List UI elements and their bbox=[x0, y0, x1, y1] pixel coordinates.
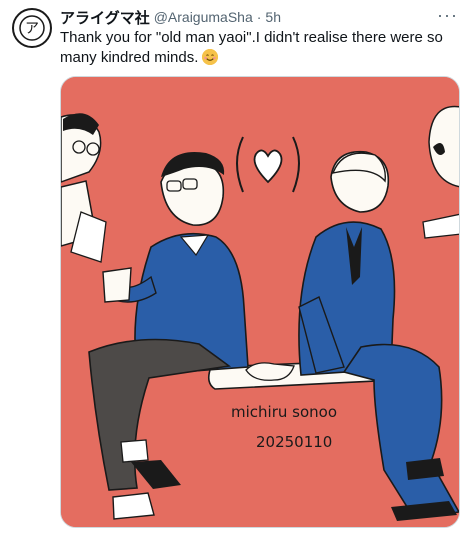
timestamp[interactable]: 5h bbox=[265, 9, 281, 25]
artist-signature: michiru sonoo bbox=[231, 403, 337, 421]
tweet-text: Thank you for "old man yaoi".I didn't re… bbox=[60, 28, 460, 68]
artwork-date: 20250110 bbox=[256, 433, 332, 451]
tweet-image[interactable]: michiru sonoo 20250110 bbox=[60, 76, 460, 528]
separator-dot: · bbox=[256, 9, 262, 25]
tweet-body: Thank you for "old man yaoi".I didn't re… bbox=[60, 29, 443, 66]
more-icon[interactable]: ··· bbox=[437, 6, 458, 24]
user-handle[interactable]: @AraigumaSha bbox=[154, 9, 253, 25]
avatar[interactable]: ア bbox=[12, 8, 52, 48]
smiling-face-emoji bbox=[202, 49, 219, 65]
illustration: michiru sonoo 20250110 bbox=[61, 77, 459, 527]
tweet-header: アライグマ社 @AraigumaSha · 5h ··· bbox=[60, 6, 458, 28]
display-name[interactable]: アライグマ社 bbox=[60, 7, 150, 28]
avatar-logo-icon: ア bbox=[19, 15, 45, 41]
avatar-glyph: ア bbox=[25, 21, 39, 37]
